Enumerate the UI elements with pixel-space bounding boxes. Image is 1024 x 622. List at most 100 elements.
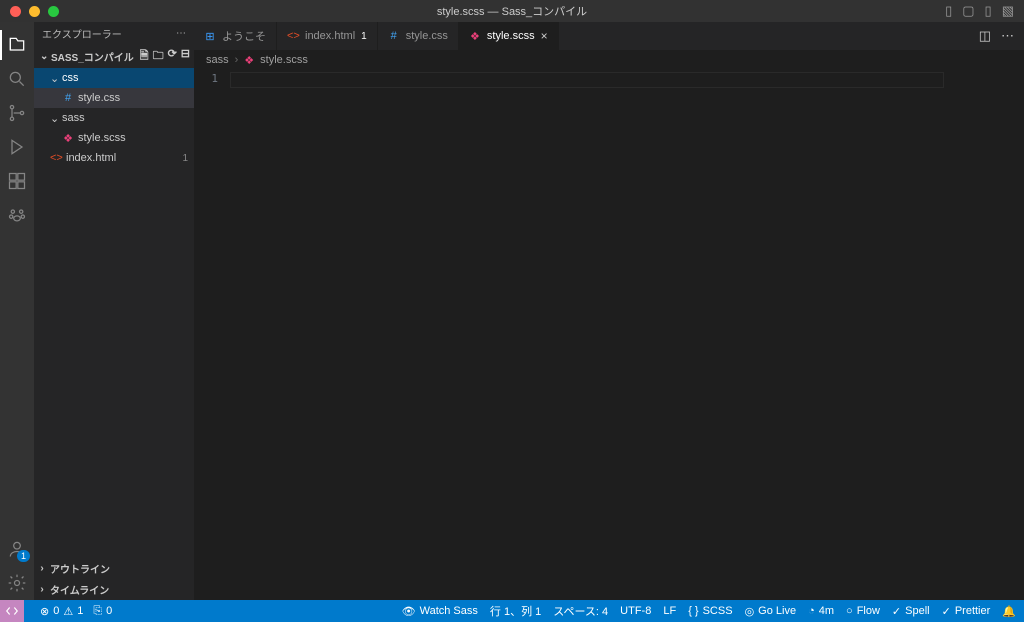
split-editor-icon[interactable]: ◫ xyxy=(979,28,991,44)
maximize-window-icon[interactable] xyxy=(48,6,59,17)
vscode-icon: ⊞ xyxy=(204,30,216,43)
editor-group: ⊞ ようこそ <> index.html 1 # style.css ❖ sty… xyxy=(194,22,1024,600)
layout-primary-icon[interactable]: ▯ xyxy=(945,3,952,19)
tab-style-scss[interactable]: ❖ style.scss × xyxy=(459,22,559,50)
remote-indicator[interactable] xyxy=(0,600,24,622)
breadcrumb[interactable]: sass › ❖ style.scss xyxy=(194,50,1024,70)
explorer-icon[interactable] xyxy=(0,28,34,62)
debug-icon[interactable] xyxy=(0,130,34,164)
chevron-down-icon: ⌄ xyxy=(50,72,58,85)
status-spell[interactable]: ✓ Spell xyxy=(892,605,930,618)
window-title: style.scss — Sass_コンパイル xyxy=(437,3,587,19)
status-bell-icon[interactable]: 🔔 xyxy=(1002,605,1016,618)
warning-icon: ⚠ xyxy=(63,605,73,618)
window-controls xyxy=(0,6,59,17)
timeline-section[interactable]: › タイムライン xyxy=(34,579,194,600)
error-count: 0 xyxy=(53,605,59,617)
status-go-live[interactable]: ◎Go Live xyxy=(745,605,797,618)
project-name: SASS_コンパイル xyxy=(51,49,134,64)
outline-section[interactable]: › アウトライン xyxy=(34,558,194,579)
status-lang[interactable]: { } SCSS xyxy=(688,605,732,617)
check-icon: ✓ xyxy=(892,605,901,618)
minimize-window-icon[interactable] xyxy=(29,6,40,17)
line-number: 1 xyxy=(194,70,230,600)
close-icon[interactable]: × xyxy=(541,29,548,43)
collapse-all-icon[interactable]: ⊟ xyxy=(181,47,190,66)
css-file-icon: # xyxy=(62,92,74,104)
editor-body[interactable]: 1 xyxy=(194,70,1024,600)
outline-label: アウトライン xyxy=(50,561,110,576)
status-ports[interactable]: ⎘0 xyxy=(93,605,112,618)
layout-customize-icon[interactable]: ▧ xyxy=(1002,3,1014,19)
status-cursor[interactable]: 行 1、列 1 xyxy=(490,603,541,619)
sidebar-more-icon[interactable]: ⋯ xyxy=(176,28,186,39)
flow-label: Flow xyxy=(857,605,880,617)
tab-label: style.css xyxy=(406,30,448,42)
spell-label: Spell xyxy=(905,605,929,617)
golive-label: Go Live xyxy=(758,605,796,617)
eye-icon: 👁 xyxy=(402,605,416,618)
broadcast-icon: ◎ xyxy=(745,605,755,618)
tab-welcome[interactable]: ⊞ ようこそ xyxy=(194,22,277,50)
folder-css[interactable]: ⌄ css xyxy=(34,68,194,88)
chevron-down-icon[interactable]: ⌄ xyxy=(40,51,48,62)
new-file-icon[interactable]: 🗎 xyxy=(140,47,149,66)
check-icon: ✓ xyxy=(942,605,951,618)
breadcrumb-folder[interactable]: sass xyxy=(206,54,229,66)
settings-gear-icon[interactable] xyxy=(0,566,34,600)
chevron-right-icon: › xyxy=(38,584,46,595)
refresh-icon[interactable]: ⟳ xyxy=(168,47,177,66)
file-style-css[interactable]: # style.css xyxy=(34,88,194,108)
pets-icon[interactable] xyxy=(0,198,34,232)
tab-label: index.html xyxy=(305,30,355,42)
lang-label: SCSS xyxy=(703,605,733,617)
current-line xyxy=(230,72,944,88)
file-label: index.html xyxy=(66,152,116,164)
layout-panel-icon[interactable]: ▢ xyxy=(962,3,974,19)
scss-file-icon: ❖ xyxy=(62,132,74,145)
circle-icon: ○ xyxy=(846,605,853,617)
file-index-html[interactable]: <> index.html 1 xyxy=(34,148,194,168)
account-icon[interactable]: 1 xyxy=(0,532,34,566)
file-label: style.css xyxy=(78,92,120,104)
tab-label: style.scss xyxy=(487,30,535,42)
status-flow[interactable]: ○ Flow xyxy=(846,605,880,617)
tab-index-html[interactable]: <> index.html 1 xyxy=(277,22,378,50)
editor-tabs: ⊞ ようこそ <> index.html 1 # style.css ❖ sty… xyxy=(194,22,1024,50)
new-folder-icon[interactable]: 🗀 xyxy=(153,47,164,66)
tab-label: ようこそ xyxy=(222,28,266,44)
file-style-scss[interactable]: ❖ style.scss xyxy=(34,128,194,148)
titlebar: style.scss — Sass_コンパイル ▯ ▢ ▯ ▧ xyxy=(0,0,1024,22)
tab-more-icon[interactable]: ⋯ xyxy=(1001,28,1014,44)
chevron-right-icon: › xyxy=(38,563,46,574)
html-file-icon: <> xyxy=(50,152,62,164)
timeline-label: タイムライン xyxy=(50,582,109,597)
sidebar: エクスプローラー ⋯ ⌄ SASS_コンパイル 🗎 🗀 ⟳ ⊟ ⌄ css xyxy=(34,22,194,600)
close-window-icon[interactable] xyxy=(10,6,21,17)
chevron-down-icon: ⌄ xyxy=(50,112,58,125)
status-eol[interactable]: LF xyxy=(663,605,676,617)
brackets-icon: { } xyxy=(688,605,698,617)
watch-label: Watch Sass xyxy=(420,605,478,617)
clock-icon: ◔ xyxy=(808,605,815,617)
status-time[interactable]: ◔4m xyxy=(808,605,834,617)
folder-label: css xyxy=(62,72,79,84)
warning-count: 1 xyxy=(77,605,83,617)
layout-secondary-icon[interactable]: ▯ xyxy=(985,3,992,19)
port-icon: ⎘ xyxy=(93,605,102,618)
search-icon[interactable] xyxy=(0,62,34,96)
status-indent[interactable]: スペース: 4 xyxy=(553,603,608,619)
source-control-icon[interactable] xyxy=(0,96,34,130)
css-file-icon: # xyxy=(388,30,400,42)
status-encoding[interactable]: UTF-8 xyxy=(620,605,651,617)
tab-badge: 1 xyxy=(361,31,367,42)
status-prettier[interactable]: ✓Prettier xyxy=(942,605,991,618)
extensions-icon[interactable] xyxy=(0,164,34,198)
breadcrumb-file[interactable]: style.scss xyxy=(260,54,308,66)
tab-style-css[interactable]: # style.css xyxy=(378,22,459,50)
status-problems[interactable]: ⊗0 ⚠1 xyxy=(40,605,83,618)
status-watch-sass[interactable]: 👁 Watch Sass xyxy=(402,605,478,618)
folder-label: sass xyxy=(62,112,85,124)
port-count: 0 xyxy=(106,605,112,617)
folder-sass[interactable]: ⌄ sass xyxy=(34,108,194,128)
